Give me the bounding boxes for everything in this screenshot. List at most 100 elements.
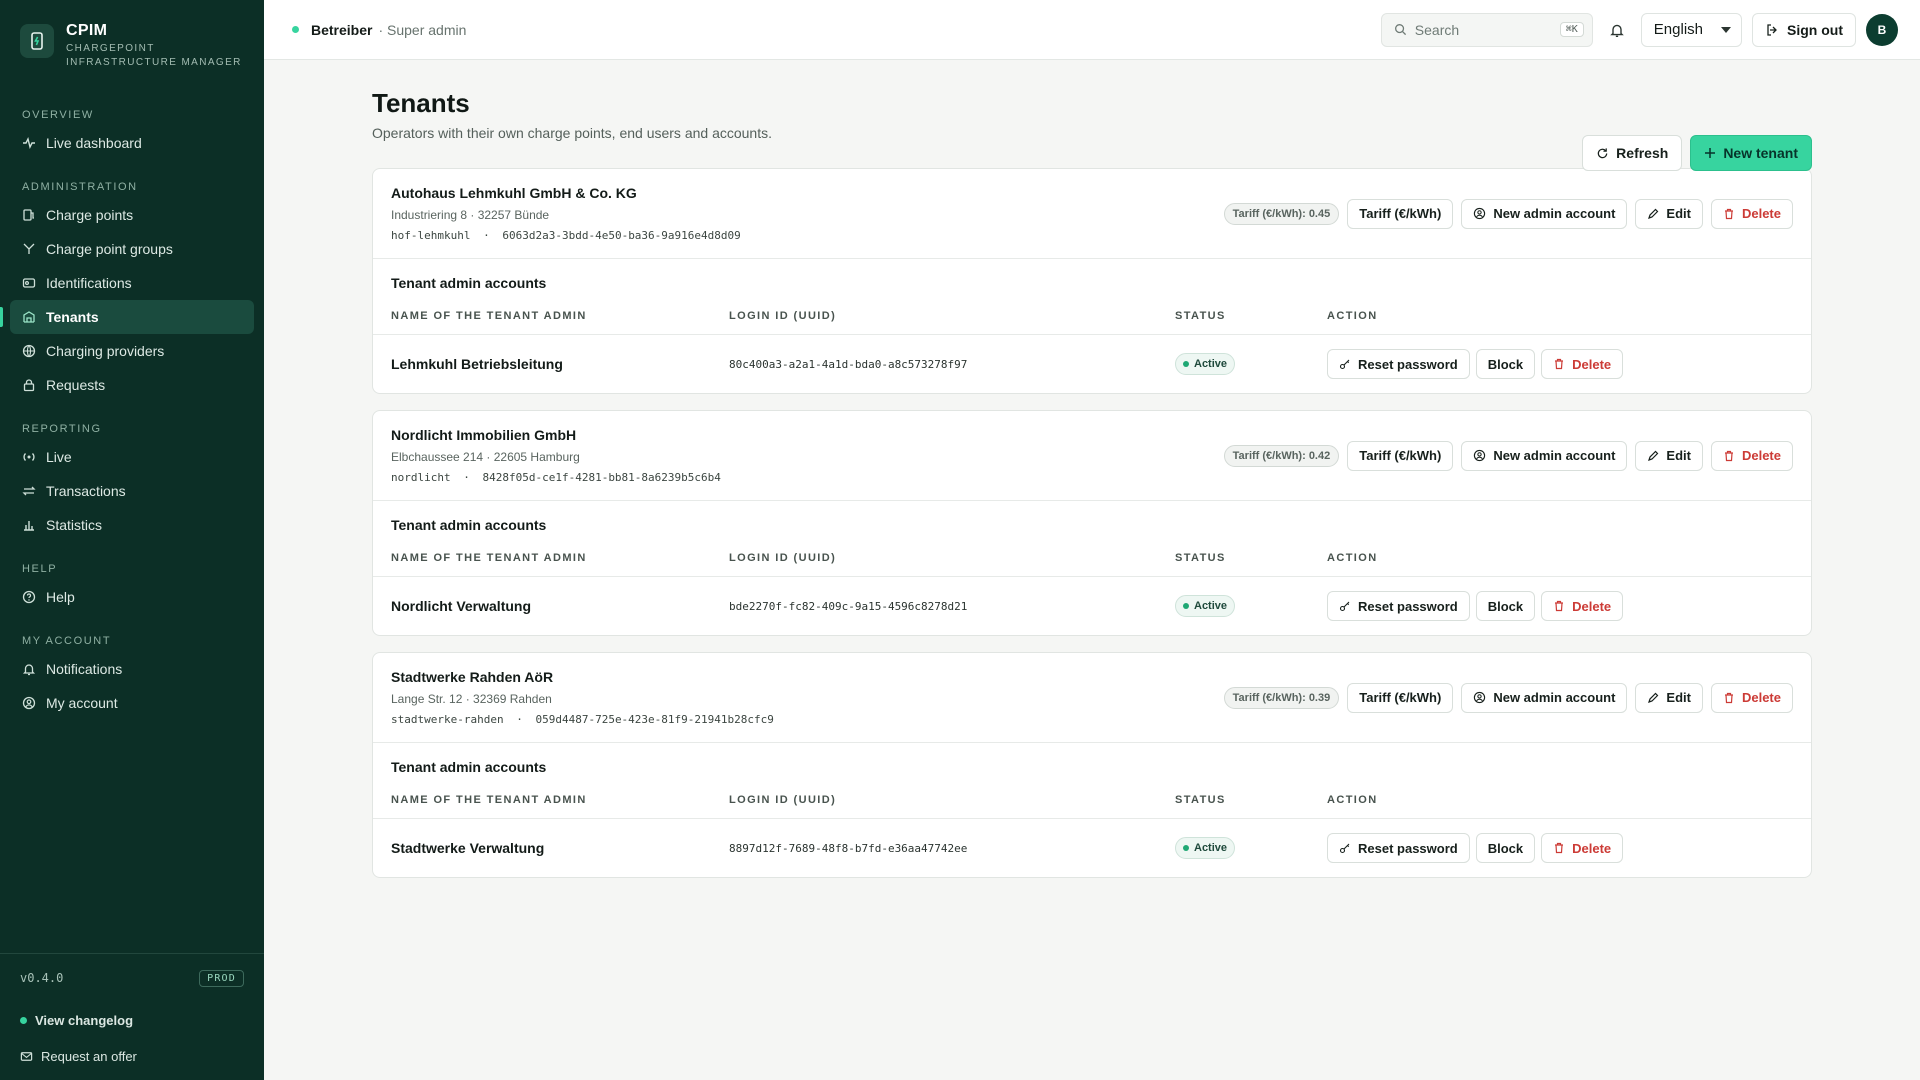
sidebar-item-notifications[interactable]: Notifications — [10, 652, 254, 686]
delete-tenant-button[interactable]: Delete — [1710, 198, 1793, 229]
sidebar-item-statistics[interactable]: Statistics — [10, 508, 254, 542]
sidebar-item-requests[interactable]: Requests — [10, 368, 254, 402]
accounts-title: Tenant admin accounts — [391, 759, 547, 775]
request-offer-link[interactable]: Request an offer — [0, 1038, 264, 1074]
sidebar-item-tenants[interactable]: Tenants — [0, 300, 254, 334]
edit-tenant-button[interactable]: Edit — [1635, 198, 1703, 229]
tenant-address: Lange Str. 12 · 32369 Rahden — [391, 692, 552, 706]
brand-subtitle-2: INFRASTRUCTURE MANAGER — [66, 57, 242, 68]
col-header-login: LOGIN ID (UUID) — [729, 310, 837, 322]
edit-tenant-button[interactable]: Edit — [1635, 440, 1703, 471]
nav-heading-administration: ADMINISTRATION — [22, 181, 138, 193]
user-circle-icon — [22, 696, 36, 710]
topbar: Betreiber · Super admin Search ⌘K Englis… — [264, 0, 1920, 60]
reset-password-label: Reset password — [1358, 598, 1458, 614]
delete-admin-button[interactable]: Delete — [1541, 591, 1624, 621]
context-role: · Super admin — [378, 21, 467, 38]
charger-logo-icon — [20, 24, 54, 58]
delete-admin-button[interactable]: Delete — [1541, 833, 1624, 863]
tenant-list: Autohaus Lehmkuhl GmbH & Co. KG Industri… — [372, 168, 1812, 878]
status-badge: Active — [1175, 595, 1236, 617]
nav-heading-my-account: MY ACCOUNT — [22, 635, 112, 647]
search-input[interactable]: Search ⌘K — [1380, 12, 1593, 47]
tariff-button[interactable]: Tariff (€/kWh) — [1347, 440, 1454, 471]
language-select[interactable]: English — [1640, 12, 1742, 47]
separator: · — [483, 229, 490, 242]
view-changelog-link[interactable]: View changelog — [0, 1002, 264, 1038]
offer-label: Request an offer — [41, 1048, 137, 1064]
nav-reporting: REPORTING Live Transactions Statistics — [0, 418, 264, 542]
main-content: Tenants Operators with their own charge … — [372, 60, 1812, 894]
sign-out-label: Sign out — [1787, 21, 1843, 38]
reset-password-button[interactable]: Reset password — [1327, 833, 1470, 863]
key-icon — [1339, 601, 1350, 612]
sidebar-item-identifications[interactable]: Identifications — [10, 266, 254, 300]
delete-label: Delete — [1572, 356, 1612, 372]
sidebar-item-label: Charge point groups — [46, 241, 173, 257]
tariff-button[interactable]: Tariff (€/kWh) — [1347, 198, 1454, 229]
avatar[interactable]: B — [1866, 13, 1898, 46]
language-value: English — [1653, 21, 1703, 38]
separator: · — [516, 713, 523, 726]
block-button[interactable]: Block — [1475, 833, 1536, 863]
accounts-table-header: NAME OF THE TENANT ADMIN LOGIN ID (UUID)… — [373, 291, 1811, 335]
sidebar-footer: v0.4.0 PROD View changelog Request an of… — [0, 953, 264, 1080]
tenant-address: Elbchaussee 214 · 22605 Hamburg — [391, 450, 580, 464]
reset-password-button[interactable]: Reset password — [1327, 349, 1470, 379]
trash-icon — [1724, 208, 1733, 219]
col-header-name: NAME OF THE TENANT ADMIN — [391, 310, 587, 322]
reset-password-button[interactable]: Reset password — [1327, 591, 1470, 621]
tenant-address: Industriering 8 · 32257 Bünde — [391, 208, 550, 222]
sidebar-item-help[interactable]: Help — [10, 580, 254, 614]
status-dot-icon — [1183, 603, 1189, 609]
refresh-button[interactable]: Refresh — [1582, 135, 1683, 171]
bell-icon — [1609, 24, 1624, 37]
delete-label: Delete — [1741, 690, 1781, 705]
user-circle-icon — [1474, 449, 1486, 462]
sidebar-item-live-dashboard[interactable]: Live dashboard — [10, 126, 254, 160]
new-admin-account-button[interactable]: New admin account — [1461, 198, 1628, 229]
sidebar-item-transactions[interactable]: Transactions — [10, 474, 254, 508]
sign-out-button[interactable]: Sign out — [1752, 12, 1856, 47]
sidebar-item-charge-point-groups[interactable]: Charge point groups — [10, 232, 254, 266]
notifications-button[interactable] — [1603, 16, 1631, 44]
new-admin-account-button[interactable]: New admin account — [1461, 682, 1628, 713]
refresh-icon — [1597, 147, 1608, 158]
trash-icon — [1724, 692, 1733, 703]
edit-label: Edit — [1666, 206, 1691, 221]
col-header-name: NAME OF THE TENANT ADMIN — [391, 552, 587, 564]
nav-heading-reporting: REPORTING — [22, 423, 102, 435]
new-tenant-label: New tenant — [1723, 145, 1798, 161]
tariff-button[interactable]: Tariff (€/kWh) — [1347, 682, 1454, 713]
sidebar-item-label: Transactions — [46, 483, 126, 499]
sidebar-item-my-account[interactable]: My account — [10, 686, 254, 720]
delete-admin-button[interactable]: Delete — [1541, 349, 1624, 379]
tenant-slug: nordlicht — [391, 471, 451, 484]
new-admin-account-button[interactable]: New admin account — [1461, 440, 1628, 471]
sidebar-item-charging-providers[interactable]: Charging providers — [10, 334, 254, 368]
env-badge: PROD — [199, 969, 244, 987]
version-label: v0.4.0 — [20, 971, 64, 985]
user-circle-icon — [1474, 207, 1486, 220]
tenant-slug: stadtwerke-rahden — [391, 713, 504, 726]
accounts-table-header: NAME OF THE TENANT ADMIN LOGIN ID (UUID)… — [373, 775, 1811, 819]
delete-tenant-button[interactable]: Delete — [1710, 682, 1793, 713]
nav-administration: ADMINISTRATION Charge points Charge poin… — [0, 176, 264, 402]
delete-tenant-button[interactable]: Delete — [1710, 440, 1793, 471]
online-dot-icon — [292, 26, 299, 33]
sidebar-item-charge-points[interactable]: Charge points — [10, 198, 254, 232]
sidebar-item-live[interactable]: Live — [10, 440, 254, 474]
col-header-login: LOGIN ID (UUID) — [729, 552, 837, 564]
id-card-icon — [22, 278, 36, 288]
page-subtitle: Operators with their own charge points, … — [372, 125, 772, 141]
trash-icon — [1555, 358, 1564, 370]
key-icon — [1339, 359, 1350, 370]
admin-name: Stadtwerke Verwaltung — [391, 840, 545, 856]
block-button[interactable]: Block — [1475, 591, 1536, 621]
new-tenant-button[interactable]: New tenant — [1690, 135, 1812, 171]
block-button[interactable]: Block — [1475, 349, 1536, 379]
edit-tenant-button[interactable]: Edit — [1635, 682, 1703, 713]
status-dot-icon — [20, 1016, 27, 1024]
tenant-card: Stadtwerke Rahden AöR Lange Str. 12 · 32… — [372, 652, 1812, 878]
context-name: Betreiber — [311, 21, 373, 38]
